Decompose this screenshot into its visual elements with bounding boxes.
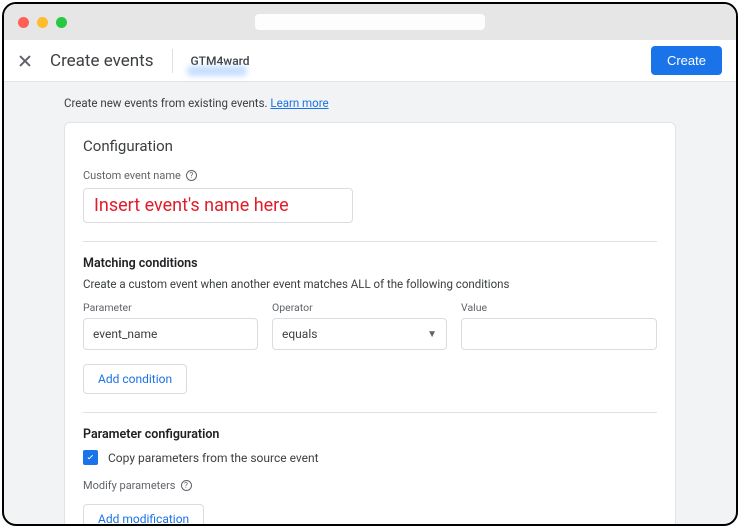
helper-text: Create new events from existing events. … [22, 82, 718, 122]
minimize-window-dot[interactable] [37, 17, 48, 28]
parameter-col-label: Parameter [83, 301, 258, 314]
divider [83, 412, 657, 413]
page-header: Create events GTM4ward Create [4, 40, 736, 82]
close-icon[interactable] [18, 54, 32, 68]
create-button[interactable]: Create [651, 46, 722, 75]
custom-event-name-input[interactable] [83, 188, 353, 223]
divider [83, 241, 657, 242]
property-name[interactable]: GTM4ward [191, 54, 250, 68]
add-condition-button[interactable]: Add condition [83, 364, 187, 394]
address-bar[interactable] [255, 14, 485, 30]
operator-col-label: Operator [272, 301, 447, 314]
divider [172, 49, 173, 73]
copy-parameters-label: Copy parameters from the source event [108, 451, 319, 465]
matching-conditions-desc: Create a custom event when another event… [83, 277, 657, 291]
operator-select[interactable]: equals ▼ [272, 318, 447, 350]
parameter-select[interactable]: event_name [83, 318, 258, 350]
copy-parameters-row: Copy parameters from the source event [83, 450, 657, 465]
help-icon[interactable]: ? [181, 480, 192, 491]
modify-parameters-label: Modify parameters ? [83, 479, 657, 492]
card-title: Configuration [83, 137, 657, 155]
value-input[interactable] [461, 318, 657, 350]
learn-more-link[interactable]: Learn more [270, 96, 328, 110]
close-window-dot[interactable] [18, 17, 29, 28]
window-controls [18, 17, 67, 28]
checkmark-icon [85, 452, 96, 463]
maximize-window-dot[interactable] [56, 17, 67, 28]
matching-conditions-title: Matching conditions [83, 256, 657, 271]
page-title: Create events [50, 51, 154, 71]
content-body: Create new events from existing events. … [4, 82, 736, 524]
add-modification-button[interactable]: Add modification [83, 504, 204, 524]
app-window: Create events GTM4ward Create Create new… [2, 2, 738, 526]
event-name-label: Custom event name ? [83, 169, 657, 182]
redaction-blur [187, 66, 247, 76]
window-titlebar [4, 4, 736, 40]
configuration-card: Configuration Custom event name ? Matchi… [64, 122, 676, 524]
help-icon[interactable]: ? [186, 170, 197, 181]
condition-row: Parameter event_name Operator equals ▼ V… [83, 301, 657, 350]
chevron-down-icon: ▼ [427, 329, 437, 340]
value-col-label: Value [461, 301, 657, 314]
copy-parameters-checkbox[interactable] [83, 450, 98, 465]
parameter-configuration-title: Parameter configuration [83, 427, 657, 442]
